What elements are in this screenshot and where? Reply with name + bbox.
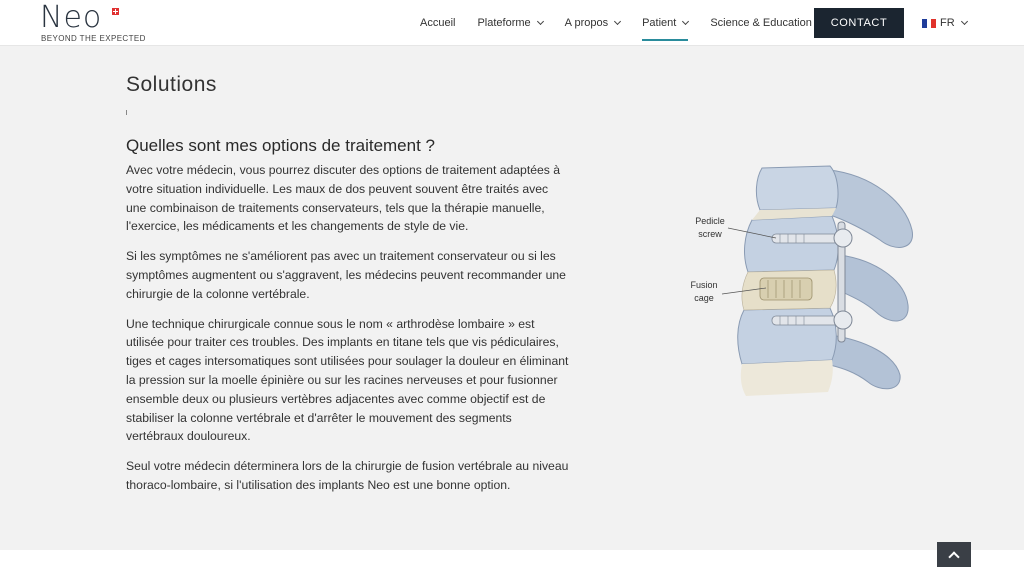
section-heading: Quelles sont mes options de traitement ? [126,136,435,155]
fusion-cage [759,277,813,301]
label-line: screw [698,229,722,239]
chevron-down-icon [614,17,622,26]
label-line: Pedicle [695,216,725,226]
chevron-down-icon [960,17,968,26]
language-selector[interactable]: FR [922,0,968,46]
disc-lower [740,360,833,396]
main-nav: Accueil Plateforme A propos Patient Scie… [420,0,846,46]
contact-button[interactable]: CONTACT [814,8,904,38]
label-line: Fusion [690,280,718,290]
spinous-process-lower [829,334,901,390]
footer-band [0,550,1024,567]
nav-item-label: A propos [564,17,609,29]
nav-item-label: Plateforme [477,17,531,29]
nav-item-label: Patient [642,17,677,29]
nav-item-patient[interactable]: Patient [642,17,690,41]
paragraph: Avec votre médecin, vous pourrez discute… [126,163,561,234]
nav-item-science-education[interactable]: Science & Education [710,17,825,29]
nav-item-accueil[interactable]: Accueil [420,17,455,29]
logo-tagline: BEYOND THE EXPECTED [41,34,146,43]
nav-item-label: Science & Education [710,17,812,29]
arrow-up-icon [948,550,960,563]
vertebra-1 [755,165,839,211]
vertebra-2 [744,215,839,273]
label-pedicle-screw: Pedicle screw [688,215,732,241]
paragraph: Si les symptômes ne s'améliorent pas ave… [126,249,566,301]
article-body: Avec votre médecin, vous pourrez discute… [126,161,571,506]
paragraph: Seul votre médecin déterminera lors de l… [126,459,569,492]
spine-implant-illustration: Pedicle screw Fusion cage [680,160,930,400]
label-fusion-cage: Fusion cage [682,279,726,305]
site-header: Neo BEYOND THE EXPECTED Accueil Platefor… [0,0,1024,46]
logo-wordmark: Neo [40,0,103,35]
nav-item-plateforme[interactable]: Plateforme [477,17,544,29]
title-divider [126,110,127,115]
chevron-down-icon [536,17,544,26]
chevron-down-icon [682,17,690,26]
swiss-flag-icon [112,8,119,15]
page-title: Solutions [126,73,217,96]
scroll-to-top-button[interactable] [937,542,971,567]
nav-item-a-propos[interactable]: A propos [564,17,622,29]
spinous-process-middle [837,254,909,322]
label-line: cage [694,293,714,303]
nav-item-label: Accueil [420,17,456,29]
language-label: FR [940,17,955,29]
paragraph: Une technique chirurgicale connue sous l… [126,316,569,444]
logo[interactable]: Neo BEYOND THE EXPECTED [40,2,160,44]
france-flag-icon [922,18,937,28]
